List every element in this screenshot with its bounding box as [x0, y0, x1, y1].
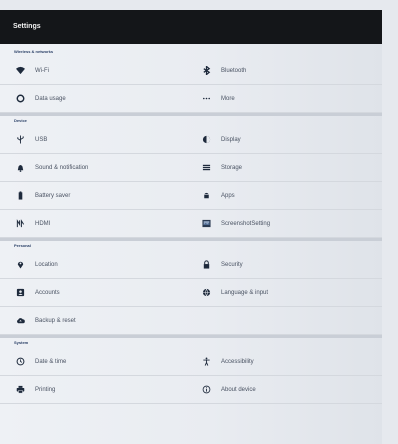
settings-row: Sound & notification Storage [0, 154, 382, 182]
settings-list[interactable]: Wireless & networks Wi-Fi Bluetooth Data… [0, 44, 382, 444]
setting-label: USB [35, 136, 48, 143]
setting-apps[interactable]: Apps [200, 182, 380, 209]
setting-backup[interactable]: Backup & reset [14, 307, 194, 334]
setting-label: Sound & notification [35, 164, 89, 171]
section-header-personal: Personal [14, 243, 31, 248]
setting-label: Battery saver [35, 192, 71, 199]
setting-sound[interactable]: Sound & notification [14, 154, 194, 181]
clock-icon [14, 356, 26, 368]
setting-label: Apps [221, 192, 235, 199]
setting-about[interactable]: About device [200, 376, 380, 403]
setting-label: ScreenshotSetting [221, 220, 271, 227]
setting-hdmi[interactable]: HDMI [14, 210, 194, 237]
setting-battery[interactable]: Battery saver [14, 182, 194, 209]
display-icon [200, 134, 212, 146]
setting-printing[interactable]: Printing [14, 376, 194, 403]
setting-accessibility[interactable]: Accessibility [200, 348, 380, 375]
settings-row: Data usage More [0, 85, 382, 113]
bell-icon [14, 162, 26, 174]
setting-bluetooth[interactable]: Bluetooth [200, 57, 380, 84]
info-icon [200, 384, 212, 396]
setting-accounts[interactable]: Accounts [14, 279, 194, 306]
printer-icon [14, 384, 26, 396]
location-pin-icon [14, 259, 26, 271]
bluetooth-icon [200, 65, 212, 77]
settings-row: Backup & reset [0, 307, 382, 335]
setting-label: Backup & reset [35, 317, 76, 324]
setting-label: Display [221, 136, 241, 143]
accounts-icon [14, 287, 26, 299]
setting-location[interactable]: Location [14, 251, 194, 278]
android-icon [200, 190, 212, 202]
section-wireless: Wireless & networks Wi-Fi Bluetooth Data… [0, 47, 382, 113]
battery-icon [14, 190, 26, 202]
settings-row: Wi-Fi Bluetooth [0, 57, 382, 85]
section-device: Device USB Display Sound & notification … [0, 116, 382, 238]
settings-row: HDMI ScreenshotSetting [0, 210, 382, 238]
setting-storage[interactable]: Storage [200, 154, 380, 181]
hdmi-icon [14, 218, 26, 230]
setting-language[interactable]: Language & input [200, 279, 380, 306]
setting-label: Data usage [35, 95, 66, 102]
setting-label: Language & input [221, 289, 269, 296]
setting-label: Printing [35, 386, 56, 393]
setting-security[interactable]: Security [200, 251, 380, 278]
setting-label: Accessibility [221, 358, 254, 365]
data-usage-icon [14, 93, 26, 105]
section-header-device: Device [14, 118, 27, 123]
setting-data-usage[interactable]: Data usage [14, 85, 194, 112]
settings-row: Accounts Language & input [0, 279, 382, 307]
cloud-backup-icon [14, 315, 26, 327]
setting-usb[interactable]: USB [14, 126, 194, 153]
setting-label: More [221, 95, 235, 102]
setting-label: Wi-Fi [35, 67, 49, 74]
section-system: System Date & time Accessibility Printin… [0, 338, 382, 404]
setting-date-time[interactable]: Date & time [14, 348, 194, 375]
setting-more[interactable]: More [200, 85, 380, 112]
settings-row: Printing About device [0, 376, 382, 404]
settings-row: Date & time Accessibility [0, 348, 382, 376]
section-personal: Personal Location Security Accounts Lang… [0, 241, 382, 335]
setting-label: Accounts [35, 289, 60, 296]
setting-screenshot[interactable]: ScreenshotSetting [200, 210, 380, 237]
section-header-system: System [14, 340, 29, 345]
wifi-icon [14, 65, 26, 77]
section-header-wireless: Wireless & networks [14, 49, 54, 54]
accessibility-icon [200, 356, 212, 368]
setting-label: Security [221, 261, 243, 268]
setting-label: About device [221, 386, 256, 393]
setting-label: Location [35, 261, 58, 268]
setting-label: Date & time [35, 358, 67, 365]
setting-display[interactable]: Display [200, 126, 380, 153]
settings-row: USB Display [0, 126, 382, 154]
more-icon [200, 93, 212, 105]
lock-icon [200, 259, 212, 271]
storage-icon [200, 162, 212, 174]
settings-row: Location Security [0, 251, 382, 279]
globe-icon [200, 287, 212, 299]
settings-row: Battery saver Apps [0, 182, 382, 210]
page-title: Settings [0, 10, 382, 44]
usb-icon [14, 134, 26, 146]
settings-screen: Settings Wireless & networks Wi-Fi Bluet… [0, 0, 398, 444]
setting-label: Bluetooth [221, 67, 247, 74]
setting-wifi[interactable]: Wi-Fi [14, 57, 194, 84]
setting-label: Storage [221, 164, 243, 171]
setting-label: HDMI [35, 220, 51, 227]
screenshot-icon [200, 218, 212, 230]
